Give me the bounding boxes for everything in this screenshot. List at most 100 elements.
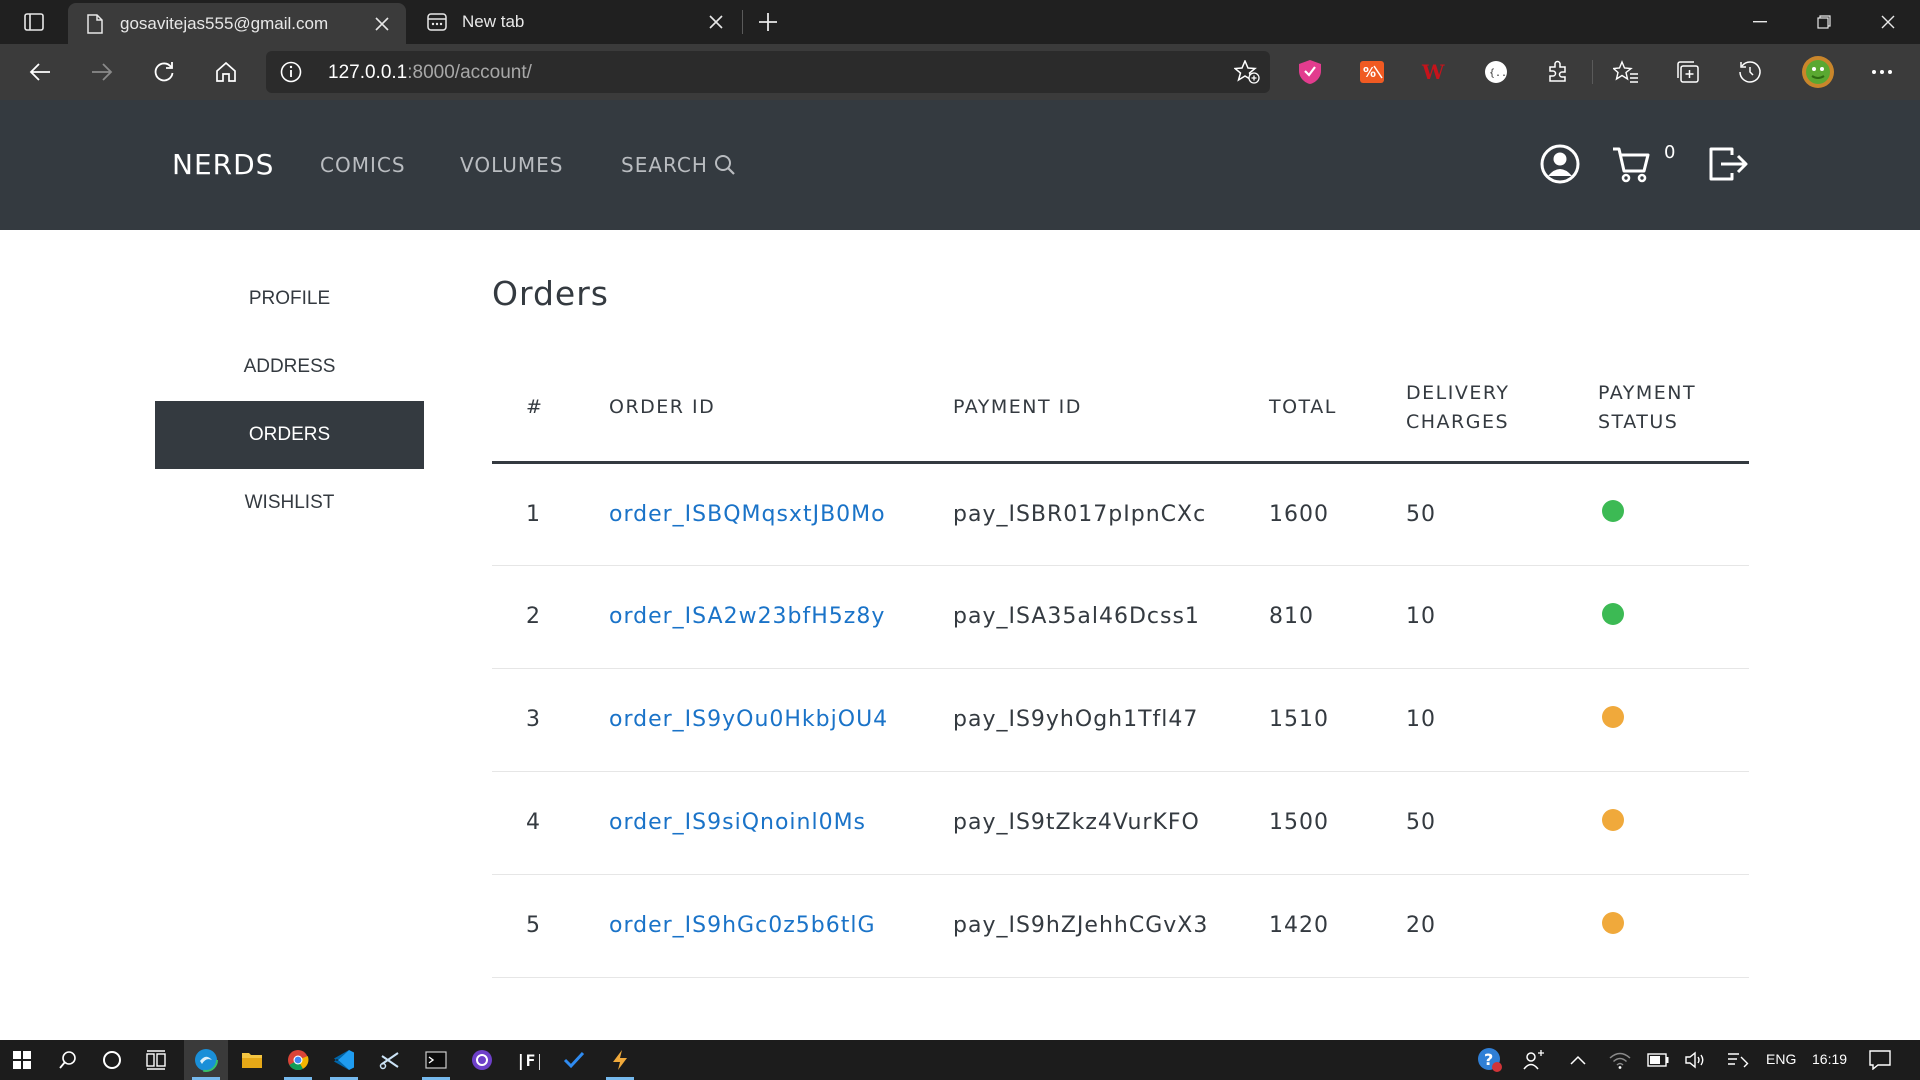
close-tab-icon[interactable] bbox=[702, 8, 730, 36]
chrome-icon[interactable] bbox=[276, 1040, 320, 1080]
nav-search-label: SEARCH bbox=[621, 153, 708, 177]
svg-text:%: % bbox=[1363, 66, 1376, 81]
logout-icon[interactable] bbox=[1708, 146, 1750, 186]
delivery-charges: 10 bbox=[1406, 565, 1598, 669]
postman-like-app-icon[interactable] bbox=[598, 1040, 642, 1080]
payment-status-dot bbox=[1602, 705, 1624, 728]
brand-logo[interactable]: NERDS bbox=[172, 148, 274, 181]
shield-extension-icon[interactable] bbox=[1294, 56, 1326, 88]
browser-toolbar: 127.0.0.1:8000/account/ % W {..} bbox=[0, 44, 1920, 100]
help-icon[interactable]: ? bbox=[1468, 1040, 1512, 1080]
extensions-puzzle-icon[interactable] bbox=[1542, 56, 1574, 88]
order-total: 810 bbox=[1269, 565, 1406, 669]
figma-like-app-icon[interactable]: |F| bbox=[506, 1040, 550, 1080]
clock[interactable]: 16:19 bbox=[1812, 1051, 1847, 1067]
site-navbar: NERDS COMICS VOLUMES SEARCH 0 bbox=[0, 100, 1920, 230]
json-extension-icon[interactable]: {..} bbox=[1480, 56, 1512, 88]
minimize-icon[interactable] bbox=[1728, 0, 1792, 44]
order-id-link[interactable]: order_IS9yOu0HkbjOU4 bbox=[609, 668, 953, 772]
refresh-icon[interactable] bbox=[146, 54, 182, 90]
address-bar[interactable]: 127.0.0.1:8000/account/ bbox=[266, 51, 1270, 93]
close-tab-icon[interactable] bbox=[368, 10, 396, 38]
search-icon[interactable] bbox=[46, 1040, 90, 1080]
sidebar-item-address[interactable]: ADDRESS bbox=[155, 333, 424, 401]
site-info-icon[interactable] bbox=[280, 61, 302, 87]
back-arrow-icon[interactable] bbox=[22, 54, 58, 90]
forward-arrow-icon[interactable] bbox=[84, 54, 120, 90]
user-account-icon[interactable] bbox=[1540, 144, 1580, 188]
table-row: 3 order_IS9yOu0HkbjOU4 pay_IS9yhOgh1Tfl4… bbox=[492, 668, 1749, 772]
order-id-link[interactable]: order_IS9hGc0z5b6tlG bbox=[609, 874, 953, 978]
search-icon bbox=[714, 154, 736, 176]
delivery-charges: 10 bbox=[1406, 668, 1598, 772]
profile-avatar[interactable] bbox=[1800, 54, 1836, 90]
order-id-link[interactable]: order_IS9siQnoinl0Ms bbox=[609, 771, 953, 875]
new-tab-button[interactable] bbox=[752, 8, 784, 36]
add-favorite-icon[interactable] bbox=[1233, 59, 1260, 88]
close-window-icon[interactable] bbox=[1856, 0, 1920, 44]
people-icon[interactable] bbox=[1512, 1040, 1556, 1080]
sidebar-item-orders[interactable]: ORDERS bbox=[155, 401, 424, 469]
payment-status-cell bbox=[1598, 771, 1749, 875]
collections-icon[interactable] bbox=[1672, 56, 1704, 88]
payment-id: pay_IS9tZkz4VurKFO bbox=[953, 771, 1269, 875]
tab-divider bbox=[742, 10, 743, 34]
header-line: DELIVERY bbox=[1406, 381, 1510, 404]
favorites-icon[interactable] bbox=[1610, 56, 1642, 88]
column-header-payment-id: PAYMENT ID bbox=[953, 355, 1269, 464]
file-explorer-icon[interactable] bbox=[230, 1040, 274, 1080]
order-number: 4 bbox=[492, 771, 609, 875]
account-sidebar: PROFILE ADDRESS ORDERS WISHLIST bbox=[155, 265, 424, 537]
order-total: 1510 bbox=[1269, 668, 1406, 772]
w-extension-icon[interactable]: W bbox=[1418, 56, 1450, 88]
payment-id: pay_IS9yhOgh1Tfl47 bbox=[953, 668, 1269, 772]
payment-id: pay_ISA35al46Dcss1 bbox=[953, 565, 1269, 669]
chevron-up-icon[interactable] bbox=[1556, 1040, 1600, 1080]
tab-actions-icon[interactable] bbox=[14, 9, 54, 35]
nav-comics[interactable]: COMICS bbox=[320, 153, 406, 177]
payment-status-cell bbox=[1598, 462, 1749, 566]
windows-start-icon[interactable] bbox=[0, 1040, 44, 1080]
cortana-icon[interactable] bbox=[90, 1040, 134, 1080]
terminal-icon[interactable] bbox=[414, 1040, 458, 1080]
order-id-link[interactable]: order_ISBQMqsxtJB0Mo bbox=[609, 462, 953, 566]
payment-status-cell bbox=[1598, 874, 1749, 978]
url-text[interactable]: 127.0.0.1:8000/account/ bbox=[328, 62, 532, 84]
nav-search[interactable]: SEARCH bbox=[621, 153, 736, 177]
vscode-icon[interactable] bbox=[322, 1040, 366, 1080]
table-row: 2 order_ISA2w23bfH5z8y pay_ISA35al46Dcss… bbox=[492, 565, 1749, 669]
sidebar-item-profile[interactable]: PROFILE bbox=[155, 265, 424, 333]
language-indicator[interactable]: ENG bbox=[1766, 1051, 1796, 1067]
more-menu-icon[interactable] bbox=[1866, 56, 1898, 88]
order-total: 1500 bbox=[1269, 771, 1406, 875]
tab-account[interactable]: gosavitejas555@gmail.com bbox=[68, 3, 406, 44]
toolbar-divider bbox=[1592, 60, 1593, 84]
volume-icon[interactable] bbox=[1674, 1040, 1718, 1080]
home-icon[interactable] bbox=[208, 54, 244, 90]
table-header-row: # ORDER ID PAYMENT ID TOTAL DELIVERY CHAR… bbox=[492, 355, 1749, 464]
translate-extension-icon[interactable]: % bbox=[1356, 56, 1388, 88]
cart-icon[interactable] bbox=[1612, 146, 1652, 188]
payment-id: pay_IS9hZJehhCGvX3 bbox=[953, 874, 1269, 978]
input-indicator-icon[interactable] bbox=[1716, 1040, 1760, 1080]
document-icon bbox=[84, 13, 106, 35]
github-desktop-icon[interactable] bbox=[460, 1040, 504, 1080]
tab-new-tab[interactable]: New tab bbox=[410, 0, 740, 44]
payment-id: pay_ISBR017pIpnCXc bbox=[953, 462, 1269, 566]
sidebar-item-wishlist[interactable]: WISHLIST bbox=[155, 469, 424, 537]
browser-tab-bar: gosavitejas555@gmail.com New tab bbox=[0, 0, 1920, 44]
restore-icon[interactable] bbox=[1792, 0, 1856, 44]
order-total: 1600 bbox=[1269, 462, 1406, 566]
notification-center-icon[interactable] bbox=[1858, 1040, 1902, 1080]
snipping-tool-icon[interactable] bbox=[368, 1040, 412, 1080]
url-host: 127.0.0.1 bbox=[328, 62, 408, 83]
edge-browser-icon[interactable] bbox=[184, 1040, 228, 1080]
task-view-icon[interactable] bbox=[134, 1040, 178, 1080]
column-header-total: TOTAL bbox=[1269, 355, 1406, 464]
nav-volumes[interactable]: VOLUMES bbox=[460, 153, 563, 177]
history-icon[interactable] bbox=[1734, 56, 1766, 88]
todo-checkmark-icon[interactable] bbox=[552, 1040, 596, 1080]
payment-status-dot bbox=[1602, 808, 1624, 831]
order-id-link[interactable]: order_ISA2w23bfH5z8y bbox=[609, 565, 953, 669]
payment-status-dot bbox=[1602, 602, 1624, 625]
